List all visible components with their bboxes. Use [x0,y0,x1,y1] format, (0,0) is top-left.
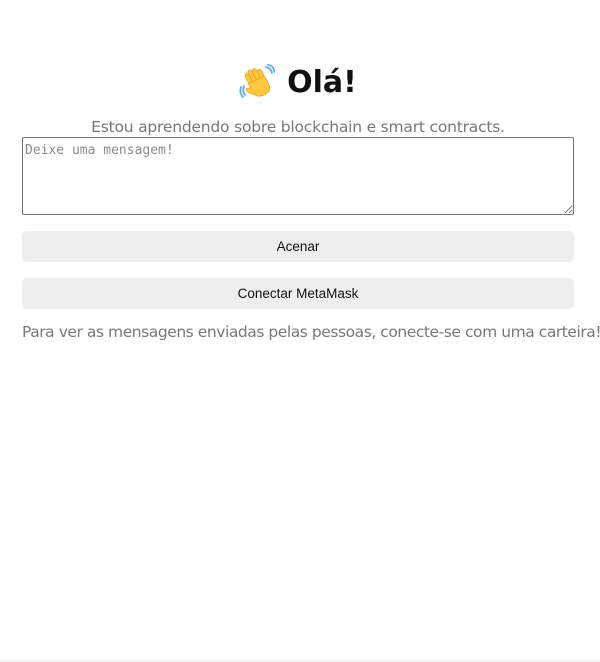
page-title: Olá! [287,65,357,100]
header: Olá! [22,63,574,103]
waving-hand-icon [239,63,276,100]
message-input[interactable] [22,137,574,215]
bio-text: Estou aprendendo sobre blockchain e smar… [91,118,505,136]
page: Olá! Estou aprendendo sobre blockchain e… [0,0,600,662]
main-container: Olá! Estou aprendendo sobre blockchain e… [22,0,600,342]
wave-button[interactable]: Acenar [22,231,574,262]
connect-wallet-note: Para ver as mensagens enviadas pelas pes… [22,323,600,341]
connect-metamask-button[interactable]: Conectar MetaMask [22,278,574,309]
